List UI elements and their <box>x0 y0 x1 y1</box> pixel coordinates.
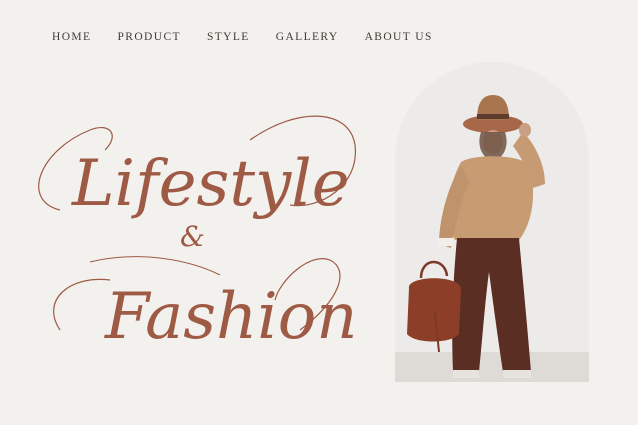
hero-photo <box>395 62 589 382</box>
fashion-model-illustration <box>395 62 589 382</box>
headline-line-2: Fashion <box>104 280 358 354</box>
headline-ampersand: & <box>180 220 205 253</box>
flourish-left-bottom <box>53 278 111 331</box>
hero-headline: Lifestyle & Fashion <box>0 0 400 425</box>
hero-script-svg: Lifestyle & Fashion <box>38 115 358 354</box>
flourish-middle <box>89 256 221 276</box>
headline-line-1: Lifestyle <box>71 147 350 221</box>
